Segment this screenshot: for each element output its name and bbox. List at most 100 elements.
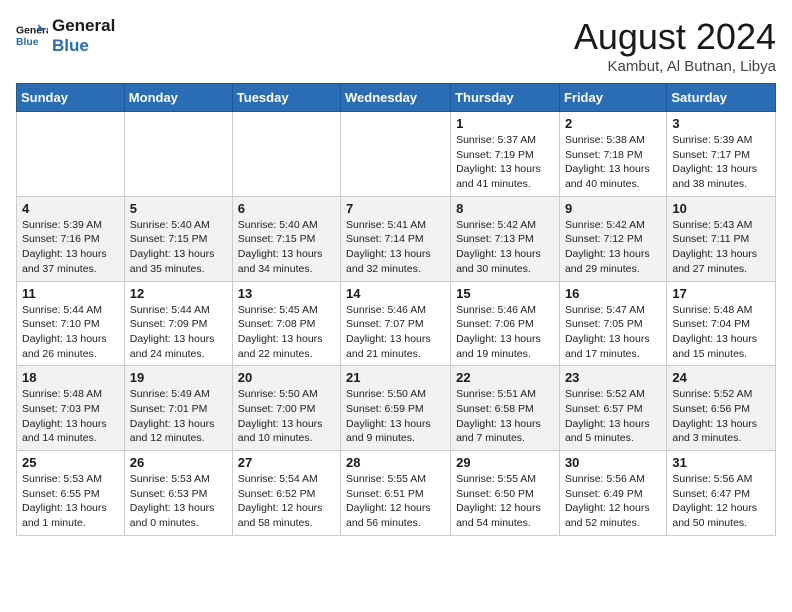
calendar-cell: 27 Sunrise: 5:54 AMSunset: 6:52 PMDayligh… xyxy=(232,451,340,536)
calendar-cell: 30 Sunrise: 5:56 AMSunset: 6:49 PMDayligh… xyxy=(559,451,666,536)
day-number: 12 xyxy=(130,286,227,301)
calendar-cell: 31Sunrise: 5:56 AMSunset: 6:47 PMDayligh… xyxy=(667,451,776,536)
day-info: Sunrise: 5:53 AMSunset: 6:53 PMDaylight:… xyxy=(130,472,227,531)
day-info: Sunrise: 5:53 AMSunset: 6:55 PMDaylight:… xyxy=(22,472,119,531)
calendar-cell: 24 Sunrise: 5:52 AMSunset: 6:56 PMDayligh… xyxy=(667,366,776,451)
day-number: 24 xyxy=(672,370,770,385)
day-info: Sunrise: 5:37 AMSunset: 7:19 PMDaylight:… xyxy=(456,133,554,192)
calendar-cell xyxy=(124,112,232,197)
day-number: 13 xyxy=(238,286,335,301)
weekday-header-wednesday: Wednesday xyxy=(341,84,451,112)
calendar-cell: 14 Sunrise: 5:46 AMSunset: 7:07 PMDayligh… xyxy=(341,281,451,366)
day-number: 18 xyxy=(22,370,119,385)
day-number: 4 xyxy=(22,201,119,216)
day-number: 11 xyxy=(22,286,119,301)
day-number: 15 xyxy=(456,286,554,301)
logo-icon: General Blue xyxy=(16,22,48,50)
day-number: 28 xyxy=(346,455,445,470)
day-info: Sunrise: 5:55 AMSunset: 6:50 PMDaylight:… xyxy=(456,472,554,531)
day-info: Sunrise: 5:42 AMSunset: 7:13 PMDaylight:… xyxy=(456,218,554,277)
day-number: 9 xyxy=(565,201,661,216)
day-info: Sunrise: 5:50 AMSunset: 6:59 PMDaylight:… xyxy=(346,387,445,446)
calendar-cell: 17 Sunrise: 5:48 AMSunset: 7:04 PMDayligh… xyxy=(667,281,776,366)
calendar-cell: 29 Sunrise: 5:55 AMSunset: 6:50 PMDayligh… xyxy=(451,451,560,536)
day-info: Sunrise: 5:39 AMSunset: 7:17 PMDaylight:… xyxy=(672,133,770,192)
weekday-header-tuesday: Tuesday xyxy=(232,84,340,112)
weekday-header-monday: Monday xyxy=(124,84,232,112)
day-number: 7 xyxy=(346,201,445,216)
day-number: 3 xyxy=(672,116,770,131)
day-number: 1 xyxy=(456,116,554,131)
calendar-cell: 1 Sunrise: 5:37 AMSunset: 7:19 PMDaylight… xyxy=(451,112,560,197)
day-number: 8 xyxy=(456,201,554,216)
day-info: Sunrise: 5:46 AMSunset: 7:06 PMDaylight:… xyxy=(456,303,554,362)
day-info: Sunrise: 5:49 AMSunset: 7:01 PMDaylight:… xyxy=(130,387,227,446)
day-info: Sunrise: 5:38 AMSunset: 7:18 PMDaylight:… xyxy=(565,133,661,192)
day-number: 20 xyxy=(238,370,335,385)
day-info: Sunrise: 5:52 AMSunset: 6:56 PMDaylight:… xyxy=(672,387,770,446)
day-info: Sunrise: 5:40 AMSunset: 7:15 PMDaylight:… xyxy=(238,218,335,277)
calendar-cell: 4 Sunrise: 5:39 AMSunset: 7:16 PMDaylight… xyxy=(17,196,125,281)
day-info: Sunrise: 5:55 AMSunset: 6:51 PMDaylight:… xyxy=(346,472,445,531)
calendar-cell: 6 Sunrise: 5:40 AMSunset: 7:15 PMDaylight… xyxy=(232,196,340,281)
calendar-cell: 28 Sunrise: 5:55 AMSunset: 6:51 PMDayligh… xyxy=(341,451,451,536)
weekday-header-saturday: Saturday xyxy=(667,84,776,112)
day-number: 19 xyxy=(130,370,227,385)
day-number: 21 xyxy=(346,370,445,385)
calendar-cell: 18Sunrise: 5:48 AMSunset: 7:03 PMDayligh… xyxy=(17,366,125,451)
day-info: Sunrise: 5:50 AMSunset: 7:00 PMDaylight:… xyxy=(238,387,335,446)
day-number: 22 xyxy=(456,370,554,385)
day-info: Sunrise: 5:51 AMSunset: 6:58 PMDaylight:… xyxy=(456,387,554,446)
logo: General Blue General Blue xyxy=(16,16,115,57)
calendar-table: SundayMondayTuesdayWednesdayThursdayFrid… xyxy=(16,83,776,536)
day-info: Sunrise: 5:54 AMSunset: 6:52 PMDaylight:… xyxy=(238,472,335,531)
calendar-cell xyxy=(17,112,125,197)
calendar-cell: 21 Sunrise: 5:50 AMSunset: 6:59 PMDayligh… xyxy=(341,366,451,451)
day-info: Sunrise: 5:40 AMSunset: 7:15 PMDaylight:… xyxy=(130,218,227,277)
page-header: General Blue General Blue August 2024 Ka… xyxy=(16,16,776,75)
calendar-cell: 7Sunrise: 5:41 AMSunset: 7:14 PMDaylight… xyxy=(341,196,451,281)
calendar-cell: 13Sunrise: 5:45 AMSunset: 7:08 PMDayligh… xyxy=(232,281,340,366)
calendar-cell: 10Sunrise: 5:43 AMSunset: 7:11 PMDayligh… xyxy=(667,196,776,281)
calendar-cell xyxy=(232,112,340,197)
day-number: 6 xyxy=(238,201,335,216)
calendar-cell: 12 Sunrise: 5:44 AMSunset: 7:09 PMDayligh… xyxy=(124,281,232,366)
day-number: 25 xyxy=(22,455,119,470)
calendar-cell: 15 Sunrise: 5:46 AMSunset: 7:06 PMDayligh… xyxy=(451,281,560,366)
day-number: 14 xyxy=(346,286,445,301)
day-info: Sunrise: 5:44 AMSunset: 7:10 PMDaylight:… xyxy=(22,303,119,362)
day-info: Sunrise: 5:48 AMSunset: 7:04 PMDaylight:… xyxy=(672,303,770,362)
month-title: August 2024 xyxy=(574,16,776,58)
day-info: Sunrise: 5:46 AMSunset: 7:07 PMDaylight:… xyxy=(346,303,445,362)
calendar-cell: 25 Sunrise: 5:53 AMSunset: 6:55 PMDayligh… xyxy=(17,451,125,536)
day-info: Sunrise: 5:47 AMSunset: 7:05 PMDaylight:… xyxy=(565,303,661,362)
day-number: 30 xyxy=(565,455,661,470)
location: Kambut, Al Butnan, Libya xyxy=(574,58,776,75)
logo-blue: Blue xyxy=(52,36,115,56)
title-block: August 2024 Kambut, Al Butnan, Libya xyxy=(574,16,776,75)
calendar-cell: 5 Sunrise: 5:40 AMSunset: 7:15 PMDaylight… xyxy=(124,196,232,281)
day-info: Sunrise: 5:52 AMSunset: 6:57 PMDaylight:… xyxy=(565,387,661,446)
day-info: Sunrise: 5:44 AMSunset: 7:09 PMDaylight:… xyxy=(130,303,227,362)
calendar-cell: 23 Sunrise: 5:52 AMSunset: 6:57 PMDayligh… xyxy=(559,366,666,451)
day-number: 17 xyxy=(672,286,770,301)
calendar-cell: 16Sunrise: 5:47 AMSunset: 7:05 PMDayligh… xyxy=(559,281,666,366)
day-number: 29 xyxy=(456,455,554,470)
day-number: 23 xyxy=(565,370,661,385)
weekday-header-thursday: Thursday xyxy=(451,84,560,112)
calendar-cell: 22 Sunrise: 5:51 AMSunset: 6:58 PMDayligh… xyxy=(451,366,560,451)
weekday-header-friday: Friday xyxy=(559,84,666,112)
day-info: Sunrise: 5:43 AMSunset: 7:11 PMDaylight:… xyxy=(672,218,770,277)
day-number: 27 xyxy=(238,455,335,470)
svg-text:Blue: Blue xyxy=(16,37,39,48)
day-info: Sunrise: 5:39 AMSunset: 7:16 PMDaylight:… xyxy=(22,218,119,277)
calendar-cell: 11 Sunrise: 5:44 AMSunset: 7:10 PMDayligh… xyxy=(17,281,125,366)
day-number: 2 xyxy=(565,116,661,131)
day-info: Sunrise: 5:56 AMSunset: 6:49 PMDaylight:… xyxy=(565,472,661,531)
calendar-cell: 19 Sunrise: 5:49 AMSunset: 7:01 PMDayligh… xyxy=(124,366,232,451)
day-number: 5 xyxy=(130,201,227,216)
day-number: 26 xyxy=(130,455,227,470)
calendar-cell: 8 Sunrise: 5:42 AMSunset: 7:13 PMDaylight… xyxy=(451,196,560,281)
logo-general: General xyxy=(52,16,115,36)
calendar-cell: 9Sunrise: 5:42 AMSunset: 7:12 PMDaylight… xyxy=(559,196,666,281)
